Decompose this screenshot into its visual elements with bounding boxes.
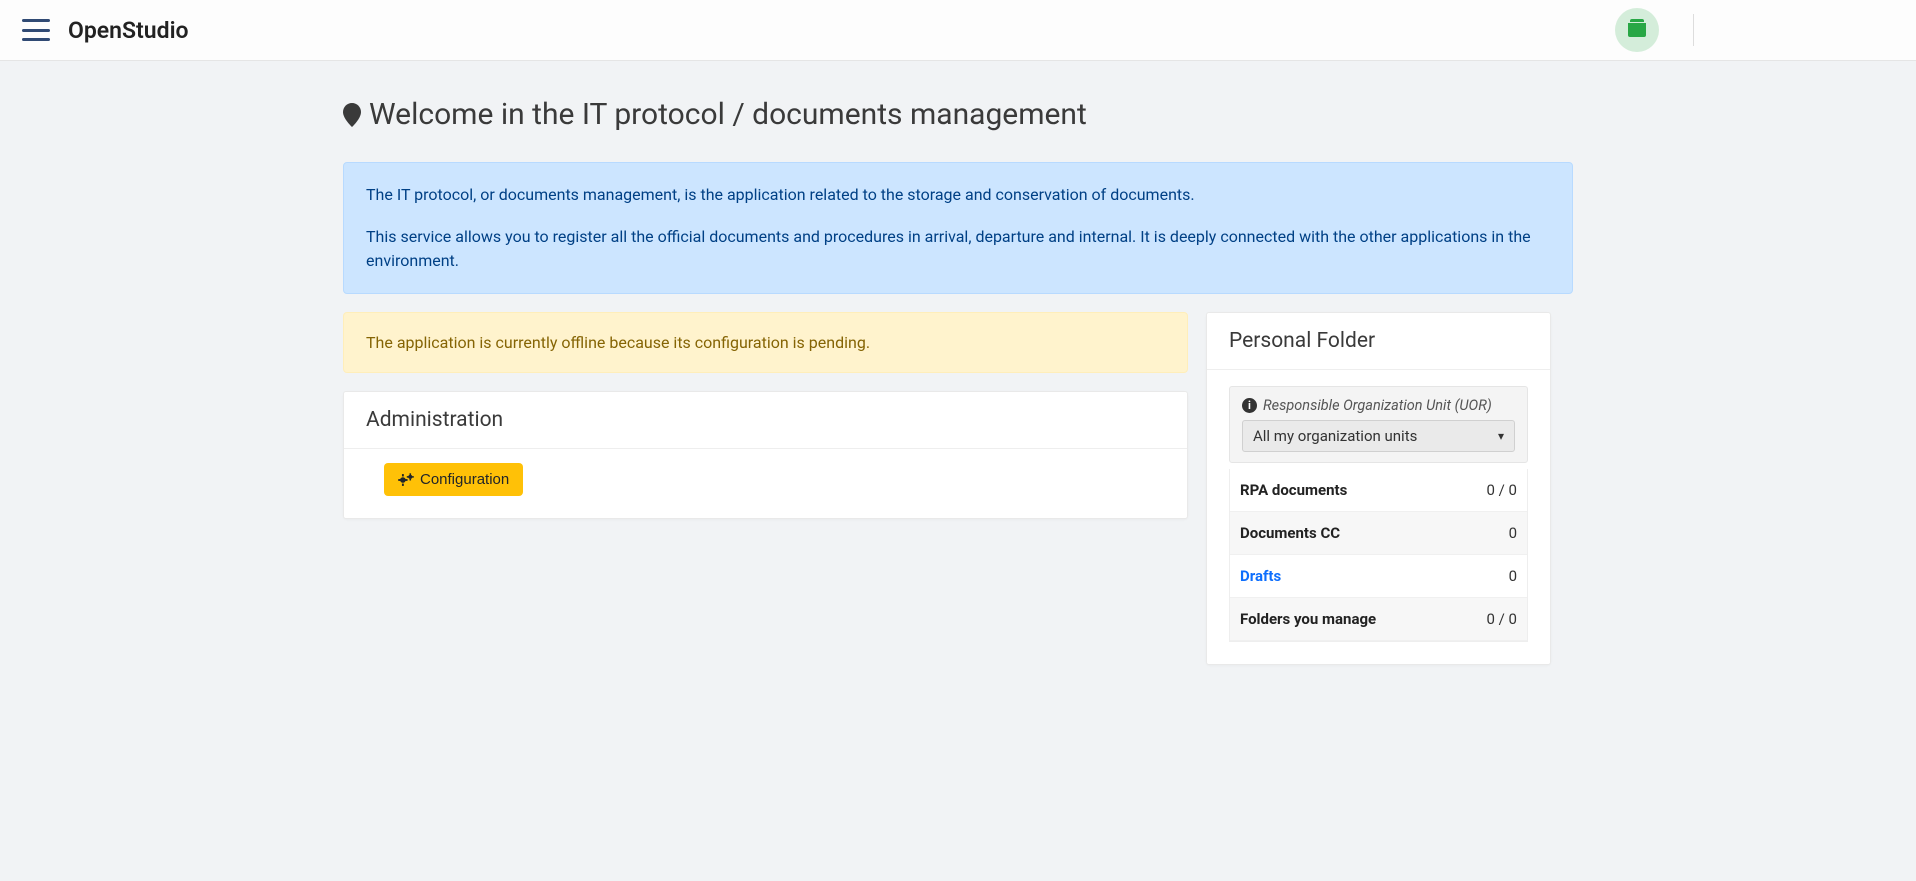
info-alert: The IT protocol, or documents management…	[343, 162, 1573, 294]
navbar-divider	[1693, 14, 1694, 46]
administration-card: Administration	[343, 391, 1188, 519]
briefcase-icon	[1628, 23, 1646, 37]
list-item-value: 0	[1509, 567, 1517, 585]
configuration-button-label: Configuration	[420, 471, 509, 488]
list-item-label: Documents CC	[1240, 524, 1340, 542]
personal-folder-title: Personal Folder	[1207, 313, 1550, 370]
info-alert-text-2: This service allows you to register all …	[366, 225, 1550, 273]
list-item-label[interactable]: Drafts	[1240, 567, 1281, 585]
page-content: Welcome in the IT protocol / documents m…	[343, 61, 1573, 705]
uor-filter-section: i Responsible Organization Unit (UOR) Al…	[1229, 386, 1528, 463]
administration-card-title: Administration	[344, 392, 1187, 449]
list-item[interactable]: RPA documents 0 / 0	[1230, 469, 1527, 512]
navbar-right	[1615, 8, 1894, 52]
uor-select[interactable]: All my organization units	[1242, 420, 1515, 452]
list-item-value: 0	[1509, 524, 1517, 542]
user-avatar-button[interactable]	[1615, 8, 1659, 52]
uor-label: i Responsible Organization Unit (UOR)	[1242, 397, 1515, 414]
list-item[interactable]: Folders you manage 0 / 0	[1230, 598, 1527, 641]
top-navbar: OpenStudio	[0, 0, 1916, 61]
list-item-label: Folders you manage	[1240, 610, 1376, 628]
uor-label-text: Responsible Organization Unit (UOR)	[1263, 397, 1492, 414]
list-item-label: RPA documents	[1240, 481, 1347, 499]
list-item-value: 0 / 0	[1487, 481, 1518, 499]
pin-icon	[343, 103, 361, 127]
warning-alert: The application is currently offline bec…	[343, 312, 1188, 373]
info-icon: i	[1242, 398, 1257, 413]
menu-toggle-icon[interactable]	[22, 19, 50, 41]
list-item-value: 0 / 0	[1487, 610, 1518, 628]
info-alert-text-1: The IT protocol, or documents management…	[366, 183, 1550, 207]
page-title-text: Welcome in the IT protocol / documents m…	[369, 97, 1087, 132]
personal-folder-list: RPA documents 0 / 0 Documents CC 0 Draft…	[1229, 469, 1528, 642]
uor-select-value: All my organization units	[1253, 427, 1417, 445]
configuration-button[interactable]: Configuration	[384, 463, 523, 496]
gears-icon	[398, 473, 414, 487]
list-item[interactable]: Documents CC 0	[1230, 512, 1527, 555]
brand-logo[interactable]: OpenStudio	[68, 17, 189, 44]
page-title: Welcome in the IT protocol / documents m…	[343, 97, 1573, 132]
list-item[interactable]: Drafts 0	[1230, 555, 1527, 598]
personal-folder-card: Personal Folder i Responsible Organizati…	[1206, 312, 1551, 665]
warning-alert-text: The application is currently offline bec…	[366, 333, 870, 352]
